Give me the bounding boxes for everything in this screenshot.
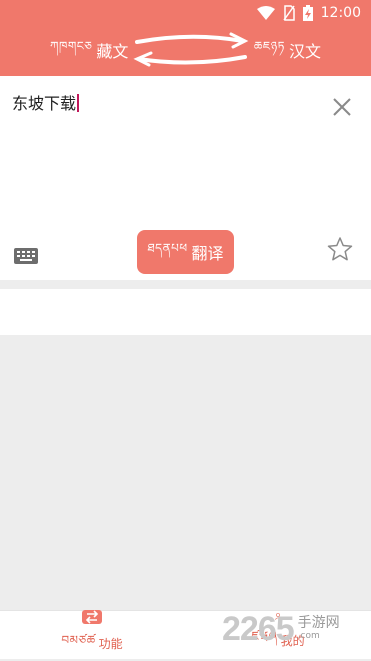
watermark: 2265 手游网 .com: [222, 604, 370, 654]
keyboard-icon[interactable]: [14, 248, 38, 264]
translate-button-label: 翻译: [191, 244, 224, 263]
result-area: [0, 289, 371, 335]
source-text: 东坡下载: [12, 94, 77, 113]
translate-button-tibetan: ཐདནཔཕ: [147, 241, 188, 255]
status-bar: 12:00: [0, 0, 371, 26]
watermark-number: 2265: [222, 609, 295, 648]
wifi-icon: [256, 6, 275, 20]
language-bar: ཀཁགངཅ 藏文 ཆཇཉཏ 汉文: [0, 30, 371, 70]
source-language[interactable]: ཀཁགངཅ 藏文: [50, 33, 128, 67]
target-language-tibetan: ཆཇཉཏ: [253, 39, 285, 53]
swap-icon: [82, 609, 102, 624]
close-icon[interactable]: [331, 96, 353, 118]
swap-languages-icon[interactable]: [131, 30, 251, 70]
target-language[interactable]: ཆཇཉཏ 汉文: [254, 33, 321, 67]
status-time: 12:00: [320, 5, 361, 21]
input-area[interactable]: 东坡下载 ཐདནཔཕ 翻译: [0, 76, 371, 280]
nav-function-label: 功能: [98, 637, 123, 651]
source-language-label: 藏文: [96, 42, 129, 61]
star-icon[interactable]: [327, 236, 353, 262]
translate-button[interactable]: ཐདནཔཕ 翻译: [137, 230, 234, 274]
target-language-label: 汉文: [288, 42, 321, 61]
source-language-tibetan: ཀཁགངཅ: [50, 39, 93, 53]
watermark-domain: .com: [297, 630, 320, 641]
watermark-site: 手游网 .com: [298, 616, 340, 641]
no-sim-icon: [283, 5, 295, 21]
nav-function-tibetan: བམཙཚ: [61, 632, 96, 647]
watermark-site-name: 手游网: [297, 615, 340, 632]
nav-function[interactable]: བམཙཚ 功能: [32, 609, 152, 657]
text-cursor: [77, 94, 80, 112]
app-header: 12:00 ཀཁགངཅ 藏文 ཆཇཉཏ 汉文: [0, 0, 371, 76]
battery-charging-icon: [302, 5, 313, 21]
source-text-input[interactable]: 东坡下载: [12, 90, 80, 114]
